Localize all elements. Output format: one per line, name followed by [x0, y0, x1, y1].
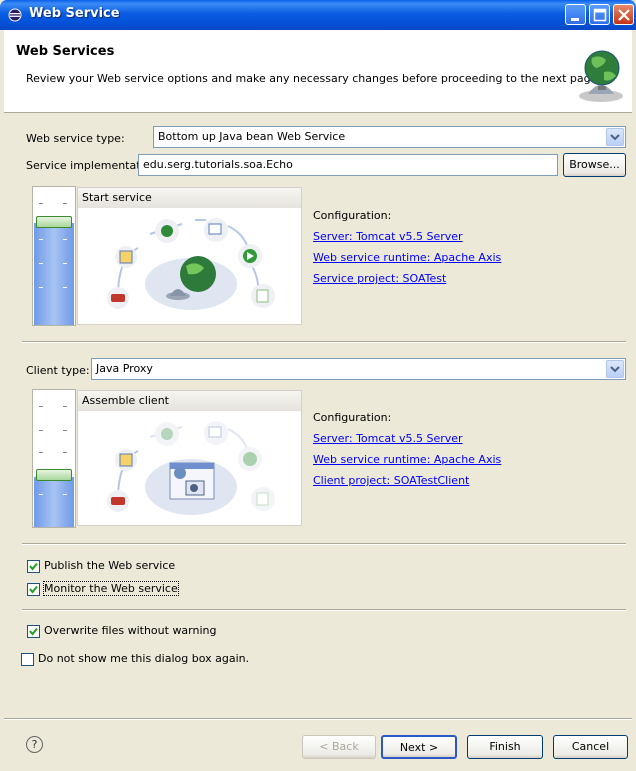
- client-lifecycle-diagram: [107, 421, 275, 515]
- service-implementation-input[interactable]: edu.serg.tutorials.soa.Echo: [138, 154, 558, 176]
- check-icon: [29, 627, 38, 636]
- finish-button[interactable]: Finish: [467, 735, 543, 759]
- separator: [4, 718, 632, 720]
- do-not-show-checkbox[interactable]: [21, 653, 34, 666]
- browse-button[interactable]: Browse...: [563, 153, 626, 177]
- slider-tick: [63, 406, 67, 407]
- service-configuration-label: Configuration:: [313, 209, 392, 222]
- slider-tick: [39, 452, 43, 453]
- client-server-link[interactable]: Server: Tomcat v5.5 Server: [313, 432, 463, 445]
- header-banner: Web Services Review your Web service opt…: [4, 30, 632, 113]
- close-icon: [618, 9, 630, 21]
- overwrite-checkbox-label: Overwrite files without warning: [44, 624, 217, 637]
- slider-tick: [63, 452, 67, 453]
- title-bar[interactable]: Web Service: [0, 0, 636, 30]
- publish-checkbox[interactable]: [27, 560, 40, 573]
- slider-tick: [39, 430, 43, 431]
- do-not-show-checkbox-label: Do not show me this dialog box again.: [38, 652, 250, 665]
- client-graphic: Assemble client: [77, 390, 302, 526]
- client-level-slider[interactable]: [32, 389, 76, 528]
- service-panel-title: Start service: [78, 188, 301, 208]
- client-type-combo[interactable]: Java Proxy: [91, 358, 626, 380]
- maximize-button[interactable]: [589, 4, 610, 25]
- service-runtime-link[interactable]: Web service runtime: Apache Axis: [313, 251, 501, 264]
- check-icon: [29, 562, 38, 571]
- slider-tick: [39, 203, 43, 204]
- publish-checkbox-label: Publish the Web service: [44, 559, 176, 572]
- separator: [22, 341, 626, 343]
- service-level-slider[interactable]: [32, 186, 76, 326]
- maximize-icon: [593, 8, 607, 22]
- web-service-type-combo[interactable]: Bottom up Java bean Web Service: [153, 126, 626, 148]
- web-service-globe-icon: [579, 50, 623, 102]
- client-runtime-link[interactable]: Web service runtime: Apache Axis: [313, 453, 501, 466]
- minimize-icon: [571, 18, 579, 21]
- service-project-link[interactable]: Service project: SOATest: [313, 272, 446, 285]
- chevron-down-icon[interactable]: [606, 360, 624, 378]
- chevron-down-icon[interactable]: [606, 128, 624, 146]
- client-project-link[interactable]: Client project: SOATestClient: [313, 474, 469, 487]
- service-implementation-value: edu.serg.tutorials.soa.Echo: [143, 158, 293, 171]
- slider-tick: [39, 494, 43, 495]
- web-service-dialog: Web Service Web Services Review your Web…: [0, 0, 636, 771]
- slider-thumb[interactable]: [36, 469, 72, 481]
- client-type-label: Client type:: [26, 364, 90, 377]
- slider-tick: [39, 263, 43, 264]
- minimize-button[interactable]: [565, 4, 586, 25]
- slider-thumb[interactable]: [36, 216, 72, 228]
- slider-tick: [39, 287, 43, 288]
- monitor-checkbox-label: Monitor the Web service: [43, 581, 179, 596]
- overwrite-checkbox[interactable]: [27, 625, 40, 638]
- slider-tick: [63, 239, 67, 240]
- client-configuration-label: Configuration:: [313, 411, 392, 424]
- client-panel-title: Assemble client: [78, 391, 301, 411]
- window-title: Web Service: [29, 6, 120, 21]
- page-title: Web Services: [16, 44, 115, 59]
- separator: [22, 609, 626, 611]
- slider-fill: [34, 477, 74, 527]
- cancel-button[interactable]: Cancel: [553, 735, 628, 759]
- web-service-type-label: Web service type:: [26, 132, 125, 145]
- service-lifecycle-diagram: [107, 218, 275, 310]
- page-description: Review your Web service options and make…: [26, 72, 601, 85]
- slider-tick: [63, 263, 67, 264]
- slider-tick: [39, 406, 43, 407]
- close-button[interactable]: [613, 4, 634, 25]
- web-service-type-value: Bottom up Java bean Web Service: [158, 130, 346, 143]
- separator: [22, 543, 626, 545]
- eclipse-icon: [8, 8, 22, 22]
- next-button[interactable]: Next >: [381, 735, 457, 759]
- slider-tick: [63, 430, 67, 431]
- slider-tick: [63, 203, 67, 204]
- service-graphic: Start service: [77, 187, 302, 325]
- monitor-checkbox[interactable]: [27, 583, 40, 596]
- slider-tick: [63, 494, 67, 495]
- slider-tick: [39, 239, 43, 240]
- slider-tick: [63, 287, 67, 288]
- client-type-value: Java Proxy: [96, 362, 153, 375]
- service-server-link[interactable]: Server: Tomcat v5.5 Server: [313, 230, 463, 243]
- check-icon: [29, 585, 38, 594]
- back-button[interactable]: < Back: [302, 735, 376, 759]
- help-icon[interactable]: ?: [26, 736, 43, 753]
